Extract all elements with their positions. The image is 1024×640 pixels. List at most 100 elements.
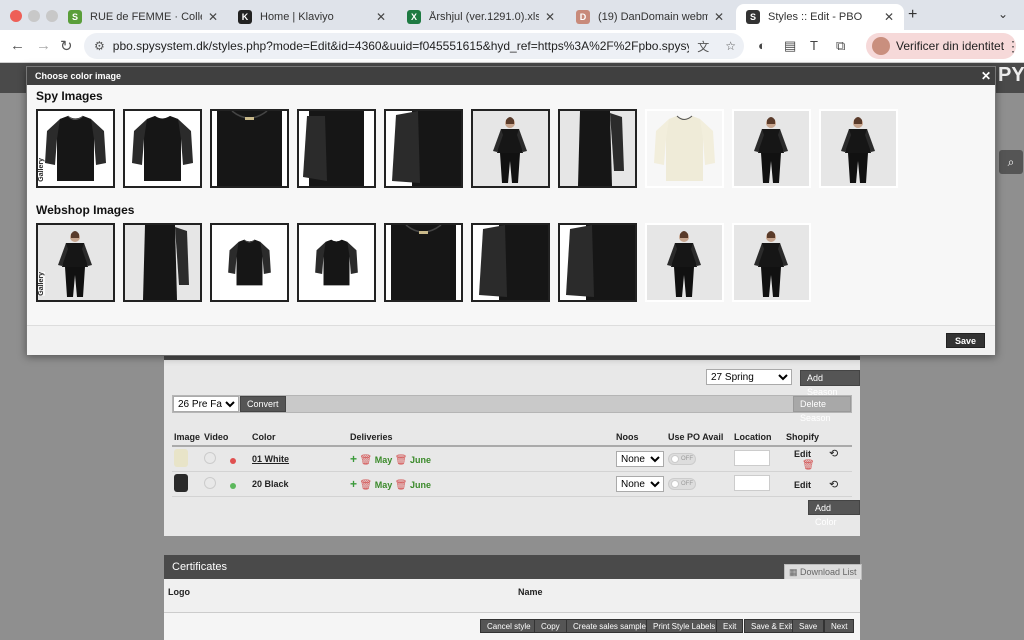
row-video-cell bbox=[202, 471, 251, 497]
color-thumbnail[interactable] bbox=[174, 474, 188, 492]
video-icon[interactable] bbox=[204, 452, 217, 464]
add-color-button[interactable]: Add Color bbox=[808, 500, 860, 527]
use-po-toggle[interactable]: OFF bbox=[668, 453, 697, 465]
webshop-image-tile[interactable] bbox=[732, 223, 811, 302]
forward-icon[interactable]: → bbox=[36, 37, 51, 54]
add-delivery-icon[interactable]: + bbox=[350, 452, 357, 466]
video-icon[interactable] bbox=[204, 477, 217, 489]
table-row: 20 Black + 🗑 May 🗑 June None OFF Edit ⟲ bbox=[172, 471, 852, 497]
back-icon[interactable]: ← bbox=[10, 37, 25, 54]
cancel-style-button[interactable]: Cancel style bbox=[480, 619, 538, 633]
location-input[interactable] bbox=[734, 450, 771, 466]
tab-close-icon[interactable]: ✕ bbox=[714, 10, 724, 24]
spy-image-tile[interactable] bbox=[210, 109, 289, 188]
noos-select[interactable]: None bbox=[616, 451, 665, 467]
next-button[interactable]: Next bbox=[824, 619, 855, 633]
delivery-label[interactable]: May bbox=[375, 480, 393, 490]
new-tab-button[interactable]: + bbox=[908, 6, 917, 24]
history-icon[interactable]: ⟲ bbox=[829, 448, 838, 460]
season-select[interactable]: 27 Spring bbox=[706, 369, 792, 385]
browser-tab[interactable]: X Årshjul (ver.1291.0).xlsx ✕ bbox=[397, 4, 565, 30]
trash-icon[interactable]: 🗑 bbox=[395, 480, 408, 491]
zoom-window-button[interactable] bbox=[46, 10, 58, 22]
certificates-header: Certificates bbox=[164, 555, 860, 579]
puzzle-icon[interactable]: ⧉ bbox=[836, 38, 845, 54]
spy-image-tile[interactable] bbox=[819, 109, 898, 188]
spy-image-tile[interactable]: Gallery bbox=[36, 109, 115, 188]
webshop-image-tile[interactable] bbox=[558, 223, 637, 302]
exit-button[interactable]: Exit bbox=[716, 619, 744, 633]
print-style-labels-button[interactable]: Print Style Labels bbox=[646, 619, 723, 633]
use-po-toggle[interactable]: OFF bbox=[668, 478, 697, 490]
tab-search-icon[interactable]: ⌄ bbox=[998, 7, 1008, 21]
spy-image-tile[interactable] bbox=[732, 109, 811, 188]
color-name[interactable]: 01 White bbox=[250, 446, 349, 472]
browser-tab[interactable]: S Styles :: Edit - PBO ✕ bbox=[736, 4, 904, 30]
brand-logo: PY bbox=[998, 64, 1024, 86]
tab-close-icon[interactable]: ✕ bbox=[884, 10, 894, 24]
tab-close-icon[interactable]: ✕ bbox=[545, 10, 555, 24]
trash-icon[interactable]: 🗑 bbox=[360, 455, 373, 466]
delete-season-button[interactable]: Delete Season bbox=[793, 396, 851, 423]
spy-image-tile[interactable] bbox=[471, 109, 550, 188]
modal-header: Choose color image ✕ bbox=[27, 67, 995, 85]
modal-title: Choose color image bbox=[35, 71, 122, 81]
webshop-image-tile[interactable] bbox=[471, 223, 550, 302]
edit-link[interactable]: Edit bbox=[794, 449, 811, 459]
reload-icon[interactable]: ↻ bbox=[60, 37, 73, 55]
delivery-label[interactable]: May bbox=[375, 455, 393, 465]
garment-image bbox=[212, 111, 287, 186]
browser-tab[interactable]: S RUE de FEMME · Collections ✕ bbox=[58, 4, 228, 30]
browser-tab[interactable]: K Home | Klaviyo ✕ bbox=[228, 4, 396, 30]
create-sales-sample-button[interactable]: Create sales sample bbox=[566, 619, 653, 633]
translate-icon[interactable]: 文 bbox=[697, 38, 709, 55]
edit-link[interactable]: Edit bbox=[794, 480, 811, 490]
garment-image bbox=[734, 111, 809, 186]
spy-image-tile[interactable] bbox=[123, 109, 202, 188]
convert-button[interactable]: Convert bbox=[240, 396, 286, 412]
text-icon[interactable]: T bbox=[810, 38, 818, 53]
search-icon[interactable]: ⌕ bbox=[999, 150, 1023, 174]
trash-icon[interactable]: 🗑 bbox=[395, 455, 408, 466]
tab-close-icon[interactable]: ✕ bbox=[376, 10, 386, 24]
site-info-icon[interactable]: ⚙ bbox=[94, 39, 105, 53]
webshop-image-tile[interactable] bbox=[123, 223, 202, 302]
document-icon[interactable]: ▤ bbox=[784, 38, 796, 54]
minimize-window-button[interactable] bbox=[28, 10, 40, 22]
profile-button[interactable]: Verificer din identitet bbox=[866, 33, 1017, 59]
webshop-image-tile[interactable] bbox=[297, 223, 376, 302]
color-thumbnail[interactable] bbox=[174, 449, 188, 467]
spy-image-tile[interactable] bbox=[297, 109, 376, 188]
bookmark-star-icon[interactable]: ☆ bbox=[725, 39, 736, 53]
delivery-label[interactable]: June bbox=[410, 455, 431, 465]
toggle-knob bbox=[671, 455, 680, 463]
save-button[interactable]: Save bbox=[945, 333, 985, 348]
save-style-button[interactable]: Save bbox=[792, 619, 825, 633]
season-select-2[interactable]: 26 Pre Fall bbox=[173, 396, 239, 412]
spy-image-tile[interactable] bbox=[645, 109, 724, 188]
spy-image-tile[interactable] bbox=[558, 109, 637, 188]
webshop-image-tile[interactable] bbox=[645, 223, 724, 302]
close-icon[interactable]: ✕ bbox=[981, 69, 991, 83]
history-icon[interactable]: ⟲ bbox=[829, 479, 838, 491]
location-input[interactable] bbox=[734, 475, 771, 491]
webshop-images-grid: Gallery bbox=[36, 223, 819, 302]
webshop-image-tile[interactable]: Gallery bbox=[36, 223, 115, 302]
close-window-button[interactable] bbox=[10, 10, 22, 22]
copy-button[interactable]: Copy bbox=[534, 619, 567, 633]
noos-select[interactable]: None bbox=[616, 476, 665, 492]
extension-icon[interactable]: ◐ bbox=[758, 38, 766, 53]
browser-tab[interactable]: D (19) DanDomain webmail :: Inbox ✕ bbox=[566, 4, 734, 30]
address-bar[interactable]: ⚙ pbo.spysystem.dk/styles.php?mode=Edit&… bbox=[84, 33, 744, 59]
add-season-button[interactable]: Add Season bbox=[800, 370, 860, 397]
download-list-button[interactable]: ▦ Download List bbox=[784, 564, 862, 580]
tab-close-icon[interactable]: ✕ bbox=[208, 10, 218, 24]
delivery-label[interactable]: June bbox=[410, 480, 431, 490]
spy-image-tile[interactable] bbox=[384, 109, 463, 188]
webshop-image-tile[interactable] bbox=[210, 223, 289, 302]
add-delivery-icon[interactable]: + bbox=[350, 477, 357, 491]
webshop-image-tile[interactable] bbox=[384, 223, 463, 302]
menu-icon[interactable]: ⋮ bbox=[1006, 38, 1020, 55]
trash-icon[interactable]: 🗑 bbox=[802, 460, 815, 471]
trash-icon[interactable]: 🗑 bbox=[360, 480, 373, 491]
